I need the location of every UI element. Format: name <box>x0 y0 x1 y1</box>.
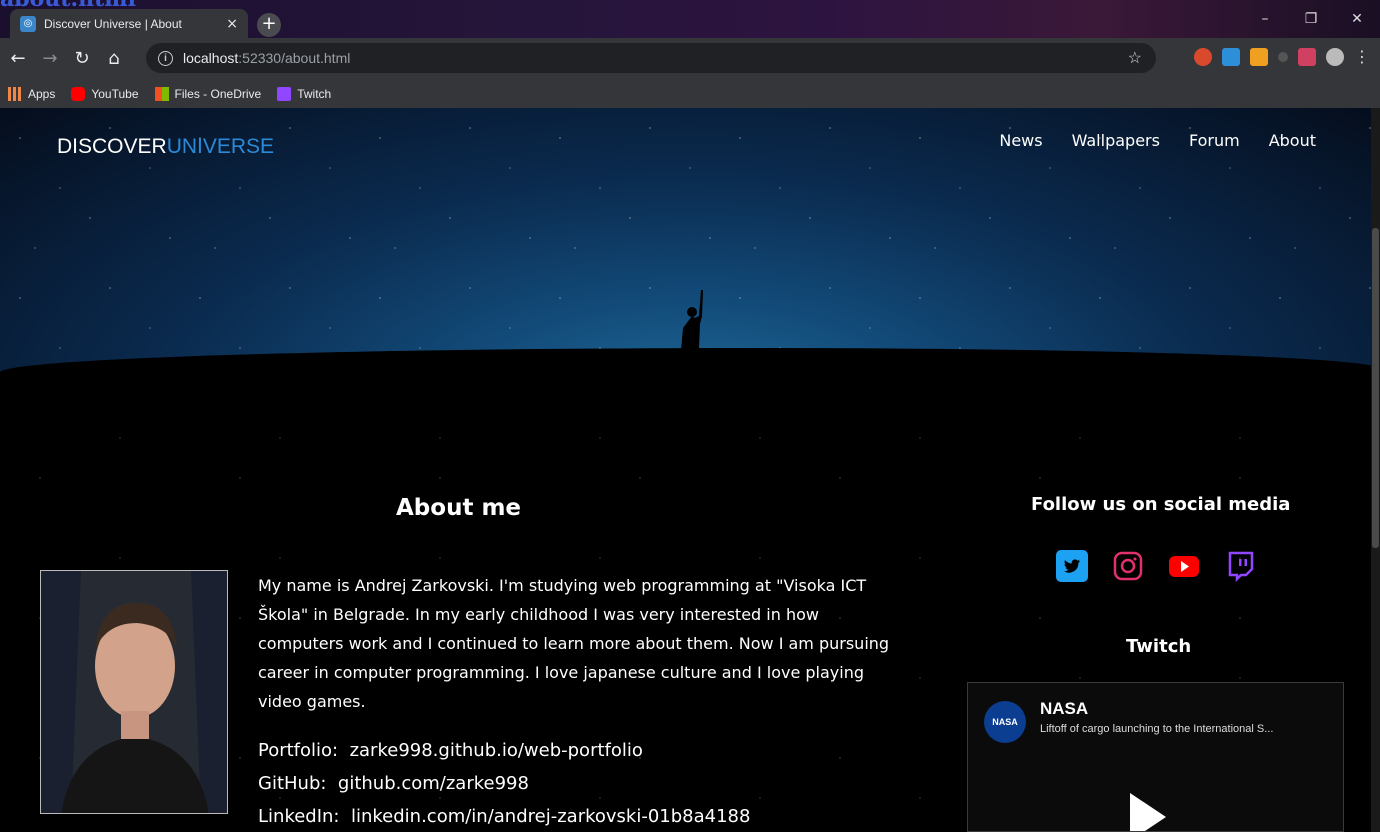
about-paragraph: My name is Andrej Zarkovski. I'm studyin… <box>258 576 890 711</box>
main-nav: News Wallpapers Forum About <box>999 131 1316 150</box>
bookmark-twitch[interactable]: Twitch <box>277 86 332 101</box>
linkedin-link-row: LinkedIn: linkedin.com/in/andrej-zarkovs… <box>258 800 750 832</box>
scrollbar-thumb[interactable] <box>1372 228 1379 548</box>
link-label: Portfolio: <box>258 740 339 761</box>
window-controls: – ❐ ✕ <box>1242 0 1380 38</box>
nav-wallpapers[interactable]: Wallpapers <box>1072 131 1160 150</box>
home-icon[interactable]: ⌂ <box>100 48 128 69</box>
profile-photo <box>40 570 228 814</box>
linkedin-link[interactable]: linkedin.com/in/andrej-zarkovski-01b8a41… <box>351 806 751 827</box>
about-section: About me My name is Andrej Zarkovski. I'… <box>0 418 1380 832</box>
nav-forum[interactable]: Forum <box>1189 131 1240 150</box>
apps-grid-icon <box>8 86 22 101</box>
social-title: Follow us on social media <box>1031 494 1291 515</box>
nav-news[interactable]: News <box>999 131 1042 150</box>
logo-part-discover: DISCOVER <box>57 135 167 158</box>
extension-4-icon[interactable] <box>1298 47 1316 66</box>
bookmark-label: YouTube <box>91 86 139 101</box>
channel-name[interactable]: NASA <box>1040 699 1088 719</box>
link-label: GitHub: <box>258 773 327 794</box>
microsoft-favicon-icon <box>154 86 169 101</box>
nav-about[interactable]: About <box>1269 131 1316 150</box>
reload-icon[interactable]: ↻ <box>68 48 96 69</box>
bookmark-onedrive[interactable]: Files - OneDrive <box>154 86 262 101</box>
tab-close-icon[interactable]: × <box>226 16 238 32</box>
page-filename-heading: about.html <box>0 0 136 12</box>
forward-icon[interactable]: → <box>36 48 64 69</box>
extension-2-icon[interactable] <box>1222 47 1240 66</box>
extension-icons: ⋮ <box>1194 47 1370 66</box>
site-info-icon[interactable]: i <box>158 50 173 66</box>
bookmark-label: Twitch <box>297 86 332 101</box>
url-host: localhost <box>183 50 239 66</box>
portfolio-link[interactable]: zarke998.github.io/web-portfolio <box>350 740 643 761</box>
twitch-section-title: Twitch <box>1126 636 1192 657</box>
restore-button[interactable]: ❐ <box>1288 0 1334 38</box>
hero-banner: DISCOVERUNIVERSE News Wallpapers Forum A… <box>0 108 1380 418</box>
menu-icon[interactable]: ⋮ <box>1354 47 1370 66</box>
bookmarks-bar: Apps YouTube Files - OneDrive Twitch <box>0 79 1380 108</box>
github-link-row: GitHub: github.com/zarke998 <box>258 767 750 800</box>
site-logo[interactable]: DISCOVERUNIVERSE <box>57 135 274 159</box>
new-tab-button[interactable]: + <box>257 13 281 37</box>
contact-links: Portfolio: zarke998.github.io/web-portfo… <box>258 734 750 832</box>
site-favicon-icon: ◎ <box>20 15 36 32</box>
instagram-icon[interactable] <box>1112 550 1144 582</box>
browser-toolbar: ← → ↻ ⌂ i localhost :52330/about.html ☆ … <box>0 38 1380 79</box>
minimize-button[interactable]: – <box>1242 0 1288 38</box>
youtube-icon[interactable] <box>1168 550 1200 582</box>
link-label: LinkedIn: <box>258 806 340 827</box>
extension-3-icon[interactable] <box>1278 51 1288 62</box>
twitch-favicon-icon <box>277 86 292 101</box>
bookmark-label: Files - OneDrive <box>174 86 262 101</box>
tab-title: Discover Universe | About <box>44 16 182 31</box>
bookmark-apps[interactable]: Apps <box>8 86 56 101</box>
page-scrollbar[interactable] <box>1371 108 1380 832</box>
address-bar[interactable]: i localhost :52330/about.html ☆ <box>146 43 1156 73</box>
bookmark-youtube[interactable]: YouTube <box>71 86 139 101</box>
social-icons <box>1056 550 1256 583</box>
extension-1-icon[interactable] <box>1194 47 1212 66</box>
twitch-embed-player[interactable]: NASA NASA Liftoff of cargo launching to … <box>967 682 1344 832</box>
about-title: About me <box>396 495 522 521</box>
back-icon[interactable]: ← <box>4 48 32 69</box>
play-icon[interactable] <box>1130 793 1166 831</box>
rss-icon[interactable] <box>1250 47 1268 66</box>
twitter-icon[interactable] <box>1056 550 1088 582</box>
nasa-logo-icon[interactable]: NASA <box>984 701 1026 743</box>
logo-part-universe: UNIVERSE <box>166 135 275 158</box>
bookmark-star-icon[interactable]: ☆ <box>1128 48 1142 68</box>
url-path: :52330/about.html <box>238 50 351 66</box>
browser-tabstrip: ◎ Discover Universe | About × + – ❐ ✕ <box>0 0 1380 38</box>
stream-description[interactable]: Liftoff of cargo launching to the Intern… <box>1040 723 1335 735</box>
web-page: DISCOVERUNIVERSE News Wallpapers Forum A… <box>0 108 1380 832</box>
portfolio-link-row: Portfolio: zarke998.github.io/web-portfo… <box>258 734 750 767</box>
youtube-favicon-icon <box>71 86 86 101</box>
twitch-icon[interactable] <box>1224 550 1256 583</box>
close-window-button[interactable]: ✕ <box>1334 0 1380 38</box>
hill-silhouette <box>0 348 1380 418</box>
profile-avatar-icon[interactable] <box>1326 47 1344 66</box>
bookmark-label: Apps <box>28 86 56 101</box>
github-link[interactable]: github.com/zarke998 <box>338 773 529 794</box>
browser-tab[interactable]: ◎ Discover Universe | About × <box>10 9 248 38</box>
